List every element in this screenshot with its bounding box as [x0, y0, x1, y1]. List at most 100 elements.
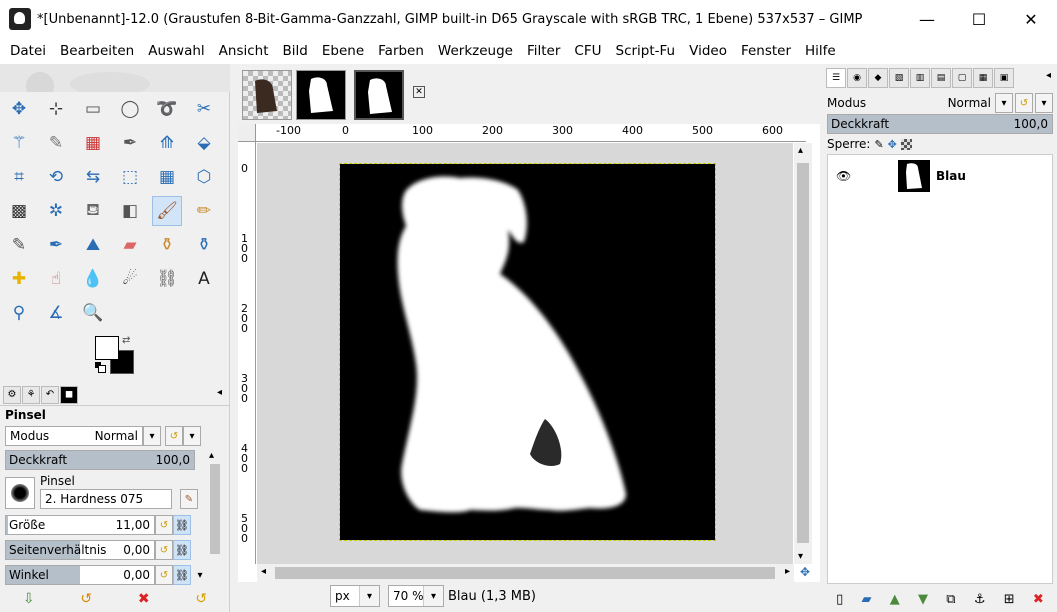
color-picker-tool[interactable]: ⚲: [4, 298, 34, 328]
rotate-tool[interactable]: ⟲: [41, 162, 71, 192]
groesse-reset-icon[interactable]: ↺: [155, 515, 173, 535]
groesse-slider[interactable]: Größe 11,00: [5, 515, 155, 535]
brush-name-field[interactable]: 2. Hardness 075: [40, 489, 172, 509]
mypaint-tool[interactable]: ⛰: [78, 230, 108, 260]
zoom-select[interactable]: 70 % ▾: [388, 585, 444, 607]
canvas-vertical-scrollbar[interactable]: ▴ ▾: [794, 143, 812, 564]
zoom-dropdown-icon[interactable]: ▾: [423, 586, 443, 606]
eraser-tool[interactable]: ▰: [115, 230, 145, 260]
new-layer-group-icon[interactable]: ▰: [862, 592, 872, 607]
magic-wand-tool[interactable]: ✎: [41, 128, 71, 158]
image-tab-3[interactable]: [354, 70, 404, 120]
menu-video[interactable]: Video: [682, 38, 734, 64]
menu-script-fu[interactable]: Script-Fu: [609, 38, 683, 64]
scissors-tool[interactable]: ✂: [189, 94, 219, 124]
unified-transform-tool[interactable]: ⟰: [152, 128, 182, 158]
menu-ebene[interactable]: Ebene: [315, 38, 371, 64]
menu-werkzeuge[interactable]: Werkzeuge: [431, 38, 520, 64]
menu-bild[interactable]: Bild: [276, 38, 315, 64]
scroll-right-icon[interactable]: ▸: [785, 566, 790, 577]
menu-auswahl[interactable]: Auswahl: [141, 38, 211, 64]
healing-tool[interactable]: ✚: [4, 264, 34, 294]
paths-tab[interactable]: ◆: [868, 68, 888, 88]
layer-deckkraft-slider[interactable]: Deckkraft 100,0: [827, 114, 1053, 134]
text-tool[interactable]: A: [189, 264, 219, 294]
layer-mode-chevron-icon[interactable]: ▾: [1035, 93, 1053, 113]
horizontal-scroll-thumb[interactable]: [275, 567, 775, 579]
brushes-tab[interactable]: ▤: [931, 68, 951, 88]
reset-colors-icon[interactable]: [95, 362, 106, 373]
bucket-fill-tool[interactable]: ⛾: [78, 196, 108, 226]
minimize-button[interactable]: —: [901, 0, 953, 38]
navigate-icon[interactable]: ✥: [800, 565, 810, 579]
seiten-reset-icon[interactable]: ↺: [155, 540, 173, 560]
raise-layer-icon[interactable]: ▲: [890, 592, 900, 607]
handle-transform-tool[interactable]: ⬡: [189, 162, 219, 192]
merge-layer-icon[interactable]: ⊞: [1004, 592, 1015, 607]
menu-fenster[interactable]: Fenster: [734, 38, 798, 64]
seiten-chain-icon[interactable]: ⛓: [173, 540, 191, 560]
layers-tab[interactable]: ☰: [826, 68, 846, 88]
close-button[interactable]: ✕: [1005, 0, 1057, 38]
modus-value[interactable]: Normal: [93, 426, 143, 446]
blur-tool[interactable]: 💧: [78, 264, 108, 294]
winkel-chain-icon[interactable]: ⛓: [173, 565, 191, 585]
perspective-tool[interactable]: ⬚: [115, 162, 145, 192]
menu-farben[interactable]: Farben: [371, 38, 431, 64]
paths-tool[interactable]: ✒: [115, 128, 145, 158]
swap-colors-icon[interactable]: ⇄: [122, 335, 130, 346]
move-tool[interactable]: ✥: [4, 94, 34, 124]
flip-tool[interactable]: ⇆: [78, 162, 108, 192]
smudge-tool[interactable]: ☝: [41, 264, 71, 294]
zoom-tool[interactable]: 🔍: [78, 298, 108, 328]
menu-filter[interactable]: Filter: [520, 38, 567, 64]
dodge-burn-tool[interactable]: ☄: [115, 264, 145, 294]
delete-options-icon[interactable]: ✖: [138, 591, 150, 607]
new-layer-icon[interactable]: ▯: [836, 592, 843, 607]
free-select-tool[interactable]: ➰: [152, 94, 182, 124]
save-options-icon[interactable]: ⇩: [23, 591, 35, 607]
winkel-slider[interactable]: Winkel 0,00: [5, 565, 155, 585]
restore-options-icon[interactable]: ↺: [80, 591, 92, 607]
layer-mode-reset-icon[interactable]: ↺: [1015, 93, 1033, 113]
warp-transform-tool[interactable]: ⬙: [189, 128, 219, 158]
clone-tool[interactable]: ⚱: [152, 230, 182, 260]
modus-dropdown-icon[interactable]: ▾: [143, 426, 161, 446]
lower-layer-icon[interactable]: ▼: [918, 592, 928, 607]
heal-tool[interactable]: ✲: [41, 196, 71, 226]
patterns-tab[interactable]: ▢: [952, 68, 972, 88]
layer-modus-value[interactable]: Normal: [948, 96, 991, 110]
groesse-chain-icon[interactable]: ⛓: [173, 515, 191, 535]
tool-options-scrollbar[interactable]: ▴: [208, 448, 222, 584]
images-tab[interactable]: ◼: [60, 385, 78, 404]
winkel-reset-icon[interactable]: ↺: [155, 565, 173, 585]
scroll-down-icon[interactable]: ▾: [191, 565, 209, 585]
mypaint-brush-tool[interactable]: ▩: [4, 196, 34, 226]
fonts-tab[interactable]: ▣: [994, 68, 1014, 88]
tool-options-tab[interactable]: ⚙: [3, 385, 21, 404]
measure-tool[interactable]: ∡: [41, 298, 71, 328]
ellipse-select-tool[interactable]: ◯: [115, 94, 145, 124]
warp-tool[interactable]: ⛓: [152, 264, 182, 294]
ink-tool[interactable]: ✒: [41, 230, 71, 260]
image-tab-2[interactable]: [296, 70, 346, 120]
scroll-thumb[interactable]: [210, 464, 220, 554]
unit-select[interactable]: px ▾: [330, 585, 380, 607]
lock-pixels-icon[interactable]: ✎: [874, 138, 883, 151]
by-color-select-tool[interactable]: ▦: [78, 128, 108, 158]
canvas-horizontal-scrollbar[interactable]: ◂ ▸: [257, 564, 794, 582]
mode-menu-chevron-icon[interactable]: ▾: [183, 426, 201, 446]
maximize-button[interactable]: ☐: [953, 0, 1005, 38]
rect-select-tool[interactable]: ▭: [78, 94, 108, 124]
image-canvas[interactable]: [339, 163, 716, 541]
mode-reset-icon[interactable]: ↺: [165, 426, 183, 446]
scroll-up-icon[interactable]: ▴: [209, 450, 214, 461]
unit-dropdown-icon[interactable]: ▾: [359, 586, 379, 606]
undo-history-tab[interactable]: ↶: [41, 385, 59, 404]
histogram-tab[interactable]: ▥: [910, 68, 930, 88]
seiten-slider[interactable]: Seitenverhältnis 0,00: [5, 540, 155, 560]
vertical-scroll-thumb[interactable]: [797, 163, 809, 543]
fuzzy-select-tool[interactable]: ⚚: [4, 128, 34, 158]
menu-ansicht[interactable]: Ansicht: [212, 38, 276, 64]
cage-tool[interactable]: ▦: [152, 162, 182, 192]
